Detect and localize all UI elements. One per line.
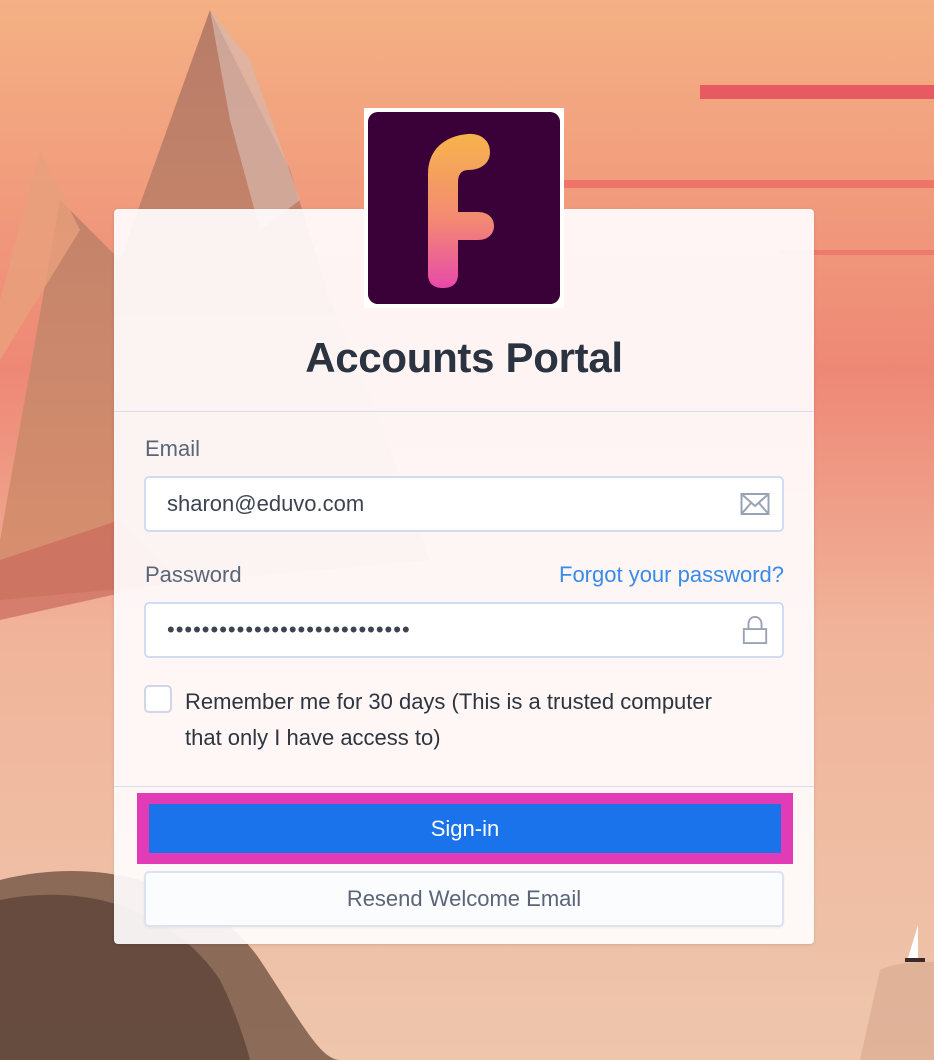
remember-me-checkbox[interactable] xyxy=(144,685,172,713)
lock-icon xyxy=(742,616,768,644)
forgot-password-link[interactable]: Forgot your password? xyxy=(559,562,784,588)
logo-frame xyxy=(364,108,564,308)
letter-f-logo-icon xyxy=(368,112,560,304)
footer-divider xyxy=(114,786,814,787)
password-field[interactable]: •••••••••••••••••••••••••••• xyxy=(144,602,784,658)
email-field[interactable]: sharon@eduvo.com xyxy=(144,476,784,532)
envelope-icon xyxy=(740,493,770,515)
resend-welcome-email-button[interactable]: Resend Welcome Email xyxy=(144,871,784,927)
email-label: Email xyxy=(145,436,201,461)
password-value[interactable]: •••••••••••••••••••••••••••• xyxy=(167,604,411,656)
sign-in-button[interactable]: Sign-in xyxy=(149,804,781,853)
page-title: Accounts Portal xyxy=(305,334,623,381)
header-divider xyxy=(114,411,814,412)
remember-me-label[interactable]: Remember me for 30 days (This is a trust… xyxy=(185,684,745,756)
email-value[interactable]: sharon@eduvo.com xyxy=(167,478,364,530)
password-label: Password xyxy=(145,562,242,587)
